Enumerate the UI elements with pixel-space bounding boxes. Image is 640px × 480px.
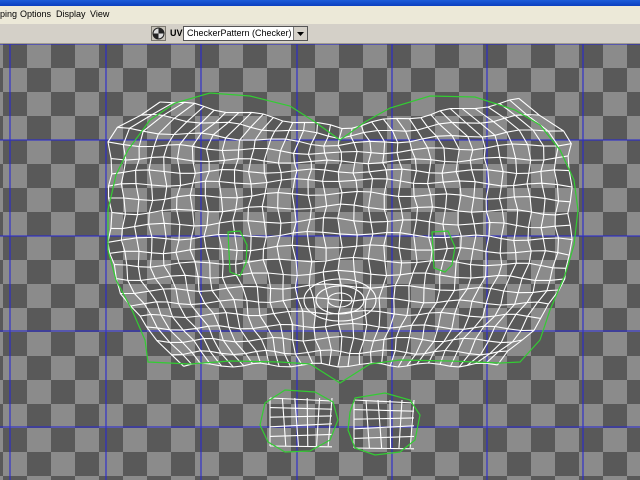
- uv-edge-col: [120, 102, 193, 365]
- uv-edge-col: [497, 97, 573, 366]
- uv-edge-row: [114, 256, 566, 269]
- menu-item-options[interactable]: Options: [20, 9, 51, 19]
- uv-edge-col: [261, 120, 292, 368]
- uv-ear-edge: [306, 397, 309, 447]
- uv-ear-edge: [389, 399, 392, 449]
- menu-item-mapping[interactable]: ping: [0, 9, 17, 19]
- uv-ear-edge: [269, 407, 333, 410]
- chevron-down-icon[interactable]: [293, 27, 307, 40]
- uv-ear-edge: [353, 399, 415, 404]
- uv-edge-col: [369, 121, 389, 364]
- menu-item-display[interactable]: Display: [56, 9, 86, 19]
- uv-ear-edge: [281, 397, 287, 447]
- checker-ball-icon[interactable]: [151, 26, 166, 41]
- uv-edge-col: [247, 117, 280, 367]
- uv-edge-col: [397, 118, 433, 368]
- uv-ear-edge: [316, 397, 321, 447]
- uv-ear-edge: [269, 415, 333, 418]
- uv-label: UV: [170, 28, 183, 38]
- uv-ear-edge: [365, 399, 370, 449]
- uv-edge-row: [117, 126, 564, 147]
- texture-dropdown-value: CheckerPattern (Checker): [187, 28, 292, 38]
- menu-bar: ping Options Display View: [0, 6, 640, 25]
- uv-ear-edge: [269, 445, 333, 448]
- uv-ear-edge: [398, 399, 403, 449]
- uv-ear-edge: [353, 409, 415, 412]
- uv-edge-col: [107, 101, 184, 367]
- menu-item-view[interactable]: View: [90, 9, 109, 19]
- uv-editor-toolbar: UV CheckerPattern (Checker): [0, 24, 640, 44]
- uv-edge-row: [156, 335, 523, 344]
- uv-shell-border: [107, 92, 579, 456]
- texture-image-dropdown[interactable]: CheckerPattern (Checker): [183, 26, 308, 41]
- uv-ear-edge: [269, 397, 333, 402]
- uv-layout-canvas[interactable]: [0, 44, 640, 480]
- uv-ear-edge: [353, 417, 415, 420]
- uv-edge-col: [389, 118, 419, 366]
- uv-grid-lines: [0, 44, 640, 480]
- face-uv-shell: [107, 97, 573, 450]
- uv-ear-edge: [269, 433, 333, 437]
- uv-texture-viewport[interactable]: [0, 44, 640, 480]
- uv-ear-edge: [353, 435, 415, 439]
- uv-ear-edge: [377, 399, 383, 449]
- uv-edge-col: [406, 117, 448, 367]
